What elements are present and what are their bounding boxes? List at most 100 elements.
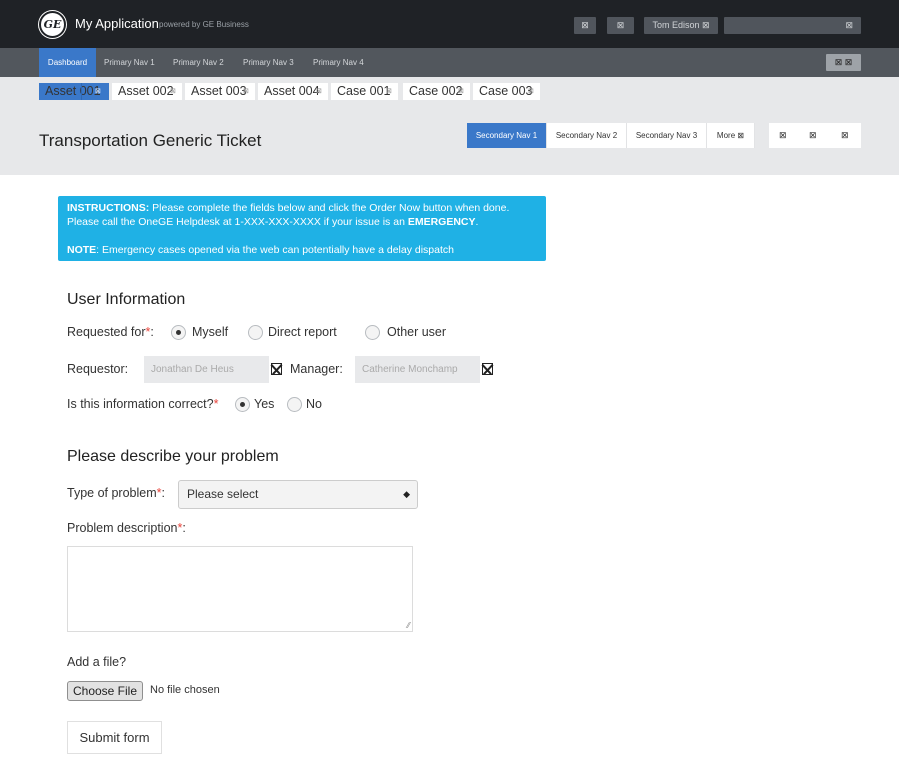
tab-label: Asset 001 (45, 84, 101, 98)
colon: : (150, 325, 154, 339)
helpdesk-text: Please call the OneGE Helpdesk at 1-XXX-… (67, 216, 408, 228)
user-info-heading: User Information (67, 291, 186, 308)
action-icon-2[interactable]: ⊠ (809, 123, 817, 148)
action-icon-3[interactable]: ⊠ (841, 123, 849, 148)
tab-asset-002[interactable]: Asset 002 ⊠ (112, 83, 182, 100)
requestor-field[interactable]: Jonathan De Heus (144, 356, 269, 383)
close-icon[interactable]: ⊠ (316, 83, 322, 100)
close-icon[interactable]: ⊠ (458, 83, 464, 100)
close-icon[interactable]: ⊠ (386, 83, 392, 100)
tab-asset-003[interactable]: Asset 003 ⊠ (185, 83, 255, 100)
instructions-note: NOTE: Emergency cases opened via the web… (67, 243, 537, 257)
problem-description-label: Problem description*: (67, 521, 186, 535)
tab-label: Asset 004 (264, 84, 320, 98)
problem-type-text: Type of problem (67, 486, 157, 500)
tab-asset-004[interactable]: Asset 004 ⊠ (258, 83, 328, 100)
problem-description-textarea[interactable]: ⁄⁄ (67, 546, 413, 632)
nav-primary-3[interactable]: Primary Nav 3 (243, 48, 294, 77)
secondary-nav-2[interactable]: Secondary Nav 2 (547, 123, 627, 148)
colon: : (161, 486, 165, 500)
radio-myself-label: Myself (192, 325, 229, 339)
problem-heading: Please describe your problem (67, 448, 279, 465)
secondary-nav-1[interactable]: Secondary Nav 1 (467, 123, 547, 148)
header-icon-button-2[interactable]: ⊠ (607, 17, 634, 34)
search-input[interactable]: ⊠ (724, 17, 861, 34)
secondary-nav-3[interactable]: Secondary Nav 3 (627, 123, 707, 148)
nav-dashboard[interactable]: Dashboard (39, 48, 96, 77)
select-value: Please select (187, 487, 259, 501)
note-label: NOTE (67, 244, 97, 256)
select-caret-icon: ◆ (403, 489, 410, 499)
ge-logo: GE (39, 11, 66, 38)
nav-primary-2[interactable]: Primary Nav 2 (173, 48, 224, 77)
primary-nav: Dashboard Primary Nav 1 Primary Nav 2 Pr… (0, 48, 899, 77)
radio-yes[interactable] (235, 397, 250, 412)
tab-case-003[interactable]: Case 003 ⊠ (473, 83, 540, 100)
emergency-text: EMERGENCY (407, 216, 476, 228)
tab-separator (81, 83, 82, 100)
add-file-label: Add a file? (67, 655, 127, 669)
choose-file-button[interactable]: Choose File (67, 681, 143, 701)
instructions-label: INSTRUCTIONS: (67, 202, 150, 214)
submit-button[interactable]: Submit form (67, 721, 162, 754)
nav-primary-1[interactable]: Primary Nav 1 (104, 48, 155, 77)
manager-field[interactable]: Catherine Monchamp (355, 356, 480, 383)
nav-primary-4[interactable]: Primary Nav 4 (313, 48, 364, 77)
radio-no-label: No (306, 397, 322, 411)
required-mark: * (213, 397, 219, 411)
action-icon-1[interactable]: ⊠ (779, 123, 787, 148)
tab-label: Asset 003 (191, 84, 247, 98)
manager-label: Manager: (290, 362, 343, 376)
instructions-text: Please complete the fields below and cli… (149, 202, 510, 214)
tab-label: Asset 002 (118, 84, 174, 98)
close-icon[interactable]: ⊠ (528, 83, 534, 100)
requested-for-text: Requested for (67, 325, 146, 339)
top-header: GE My Application powered by GE Business… (0, 0, 899, 48)
colon: : (182, 521, 186, 535)
radio-direct-report-label: Direct report (268, 325, 337, 339)
header-icon-button-1[interactable]: ⊠ (574, 17, 596, 34)
subheader: Asset 001 ⊠ Asset 002 ⊠ Asset 003 ⊠ Asse… (0, 77, 899, 175)
powered-by: powered by GE Business (159, 20, 249, 29)
page-action-icons: ⊠ ⊠ ⊠ (769, 123, 861, 148)
close-icon[interactable]: ⊠ (95, 83, 101, 100)
tab-asset-001[interactable]: Asset 001 ⊠ (39, 83, 109, 100)
problem-type-label: Type of problem*: (67, 486, 165, 500)
radio-other-user[interactable] (365, 325, 380, 340)
tab-label: Case 002 (409, 84, 463, 98)
info-correct-label: Is this information correct?* (67, 397, 218, 411)
requestor-lookup-icon[interactable] (271, 363, 282, 375)
info-correct-text: Is this information correct? (67, 397, 214, 411)
app-title: My Application (75, 16, 159, 31)
manager-lookup-icon[interactable] (482, 363, 493, 375)
page-title: Transportation Generic Ticket (39, 131, 262, 150)
nav-right-button[interactable]: ⊠ ⊠ (826, 54, 861, 71)
radio-direct-report[interactable] (248, 325, 263, 340)
problem-description-text: Problem description (67, 521, 178, 535)
instructions-panel: INSTRUCTIONS: Please complete the fields… (58, 196, 546, 261)
close-icon[interactable]: ⊠ (170, 83, 176, 100)
logo-text: GE (43, 18, 62, 31)
requestor-label: Requestor: (67, 362, 129, 376)
resize-grip-icon[interactable]: ⁄⁄ (407, 621, 410, 630)
radio-yes-label: Yes (254, 397, 275, 411)
close-icon[interactable]: ⊠ (243, 83, 249, 100)
requested-for-label: Requested for*: (67, 325, 154, 339)
note-text: : Emergency cases opened via the web can… (96, 244, 454, 256)
radio-no[interactable] (287, 397, 302, 412)
radio-myself[interactable] (171, 325, 186, 340)
instructions-line-1: INSTRUCTIONS: Please complete the fields… (67, 201, 537, 215)
period: . (475, 216, 479, 228)
tab-label: Case 001 (337, 84, 391, 98)
tab-case-002[interactable]: Case 002 ⊠ (403, 83, 470, 100)
radio-other-user-label: Other user (387, 325, 447, 339)
user-menu[interactable]: Tom Edison ⊠ (644, 17, 718, 34)
secondary-nav-more[interactable]: More ⊠ (707, 123, 755, 148)
tab-case-001[interactable]: Case 001 ⊠ (331, 83, 398, 100)
problem-type-select[interactable]: Please select ◆ (178, 480, 418, 509)
search-icon[interactable]: ⊠ (845, 17, 853, 34)
no-file-text: No file chosen (150, 684, 220, 696)
tab-label: Case 003 (479, 84, 533, 98)
instructions-line-2: Please call the OneGE Helpdesk at 1-XXX-… (67, 215, 537, 229)
